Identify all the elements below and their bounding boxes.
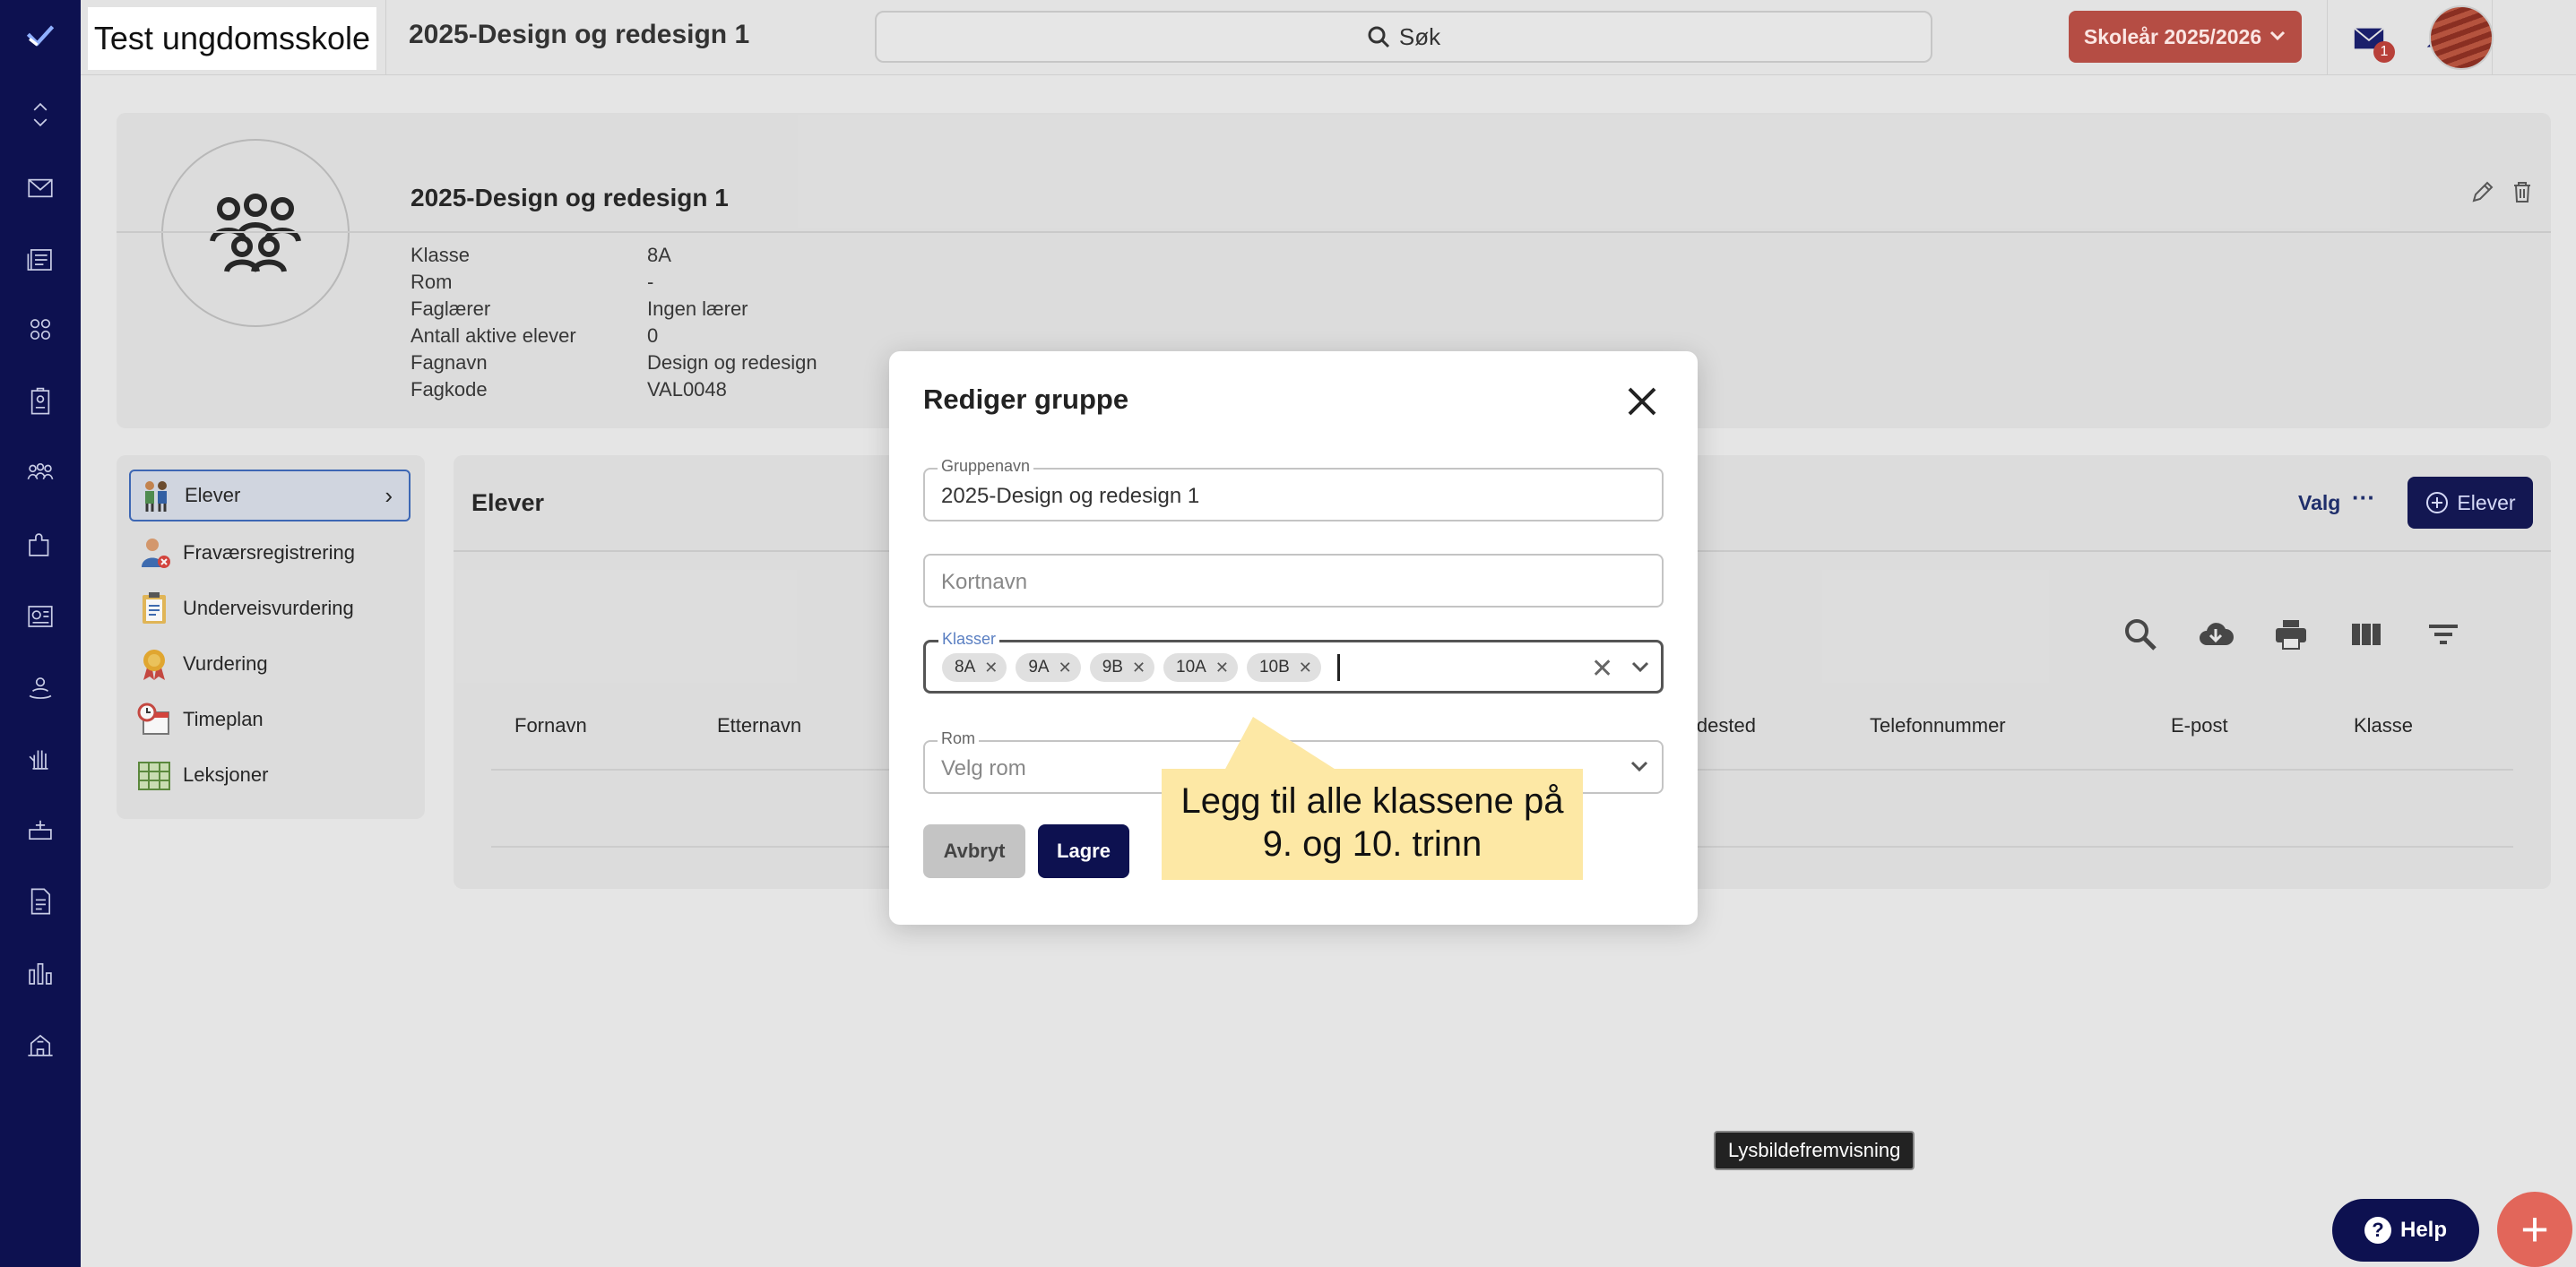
guide-callout: Legg til alle klassene på 9. og 10. trin…	[1162, 769, 1583, 880]
divider	[385, 0, 386, 75]
chip-remove-icon[interactable]: ✕	[1299, 659, 1312, 677]
person-hands-icon[interactable]	[22, 670, 58, 706]
chip-label: 8A	[955, 658, 976, 677]
save-button[interactable]: Lagre	[1038, 824, 1129, 878]
document-icon[interactable]	[22, 883, 58, 919]
mail-badge: 1	[2373, 41, 2395, 63]
school-icon[interactable]	[22, 1027, 58, 1063]
expand-collapse-icon[interactable]	[22, 97, 58, 133]
add-fab-button[interactable]: +	[2497, 1192, 2572, 1267]
field-label: Gruppenavn	[938, 457, 1034, 476]
chip-remove-icon[interactable]: ✕	[1215, 659, 1229, 677]
messages-button[interactable]: 1	[2347, 16, 2395, 63]
cancel-button[interactable]: Avbryt	[923, 824, 1025, 878]
top-bar: Test ungdomsskole 2025-Design og redesig…	[81, 0, 2576, 75]
desk-icon[interactable]	[22, 812, 58, 848]
groups-icon[interactable]	[22, 312, 58, 348]
user-avatar[interactable]	[2429, 5, 2494, 70]
chip-remove-icon[interactable]: ✕	[984, 659, 998, 677]
divider	[2327, 0, 2328, 75]
class-chip[interactable]: 9B ✕	[1089, 653, 1155, 682]
gruppenavn-input[interactable]: 2025-Design og redesign 1	[941, 484, 1199, 509]
news-icon[interactable]	[22, 242, 58, 278]
kortnavn-input[interactable]: Kortnavn	[941, 570, 1027, 595]
class-chip[interactable]: 10B ✕	[1246, 653, 1321, 682]
chip-label: 10B	[1258, 658, 1290, 677]
close-button[interactable]	[1624, 384, 1660, 419]
callout-line: 9. og 10. trinn	[1262, 824, 1482, 864]
close-icon	[1628, 387, 1656, 416]
search-bar[interactable]: Søk	[875, 11, 1932, 63]
hand-icon[interactable]	[22, 740, 58, 776]
badge-icon[interactable]	[22, 384, 58, 419]
slideshow-tooltip: Lysbildefremvisning	[1714, 1131, 1915, 1170]
help-button[interactable]: ? Help	[2332, 1199, 2479, 1262]
people-icon[interactable]	[22, 455, 58, 491]
chip-remove-icon[interactable]: ✕	[1059, 659, 1072, 677]
help-label: Help	[2399, 1218, 2447, 1242]
page-title: 2025-Design og redesign 1	[409, 20, 750, 49]
chip-label: 10A	[1176, 658, 1206, 677]
chevron-down-icon	[2269, 25, 2286, 49]
chevron-down-icon[interactable]	[1629, 655, 1652, 678]
callout-pointer	[1224, 717, 1337, 771]
school-year-button[interactable]: Skoleår 2025/2026	[2069, 11, 2302, 63]
chip-remove-icon[interactable]: ✕	[1132, 659, 1145, 677]
dashboard-icon[interactable]	[22, 599, 58, 634]
chip-list: 8A ✕ 9A ✕ 9B ✕ 10A ✕ 10B ✕	[942, 653, 1340, 682]
search-icon	[1368, 26, 1389, 48]
mail-icon[interactable]	[22, 170, 58, 206]
question-icon: ?	[2364, 1217, 2391, 1244]
clear-icon[interactable]: ✕	[1591, 653, 1613, 685]
chip-label: 9B	[1102, 658, 1123, 677]
field-label: Klasser	[938, 630, 1000, 649]
school-name[interactable]: Test ungdomsskole	[88, 7, 376, 70]
rom-placeholder: Velg rom	[941, 756, 1026, 780]
text-caret	[1336, 654, 1340, 681]
field-label: Rom	[938, 729, 980, 748]
puzzle-icon[interactable]	[22, 527, 58, 563]
class-chip[interactable]: 9A ✕	[1016, 653, 1081, 682]
dialog-title: Rediger gruppe	[923, 384, 1129, 415]
bar-chart-icon[interactable]	[22, 955, 58, 991]
callout-line: Legg til alle klassene på	[1180, 781, 1564, 821]
gruppenavn-field[interactable]: Gruppenavn 2025-Design og redesign 1	[923, 457, 1664, 521]
klasser-select[interactable]: Klasser 8A ✕ 9A ✕ 9B ✕ 10A ✕ 10B ✕ ✕	[923, 630, 1664, 694]
logo-icon[interactable]	[22, 18, 58, 54]
kortnavn-field[interactable]: Kortnavn	[923, 554, 1664, 608]
chip-label: 9A	[1028, 658, 1050, 677]
left-sidebar	[0, 0, 81, 1267]
chevron-down-icon[interactable]	[1628, 754, 1651, 778]
school-year-label: Skoleår 2025/2026	[2083, 24, 2262, 48]
search-label: Søk	[1398, 22, 1441, 50]
class-chip[interactable]: 10A ✕	[1163, 653, 1238, 682]
class-chip[interactable]: 8A ✕	[942, 653, 1007, 682]
